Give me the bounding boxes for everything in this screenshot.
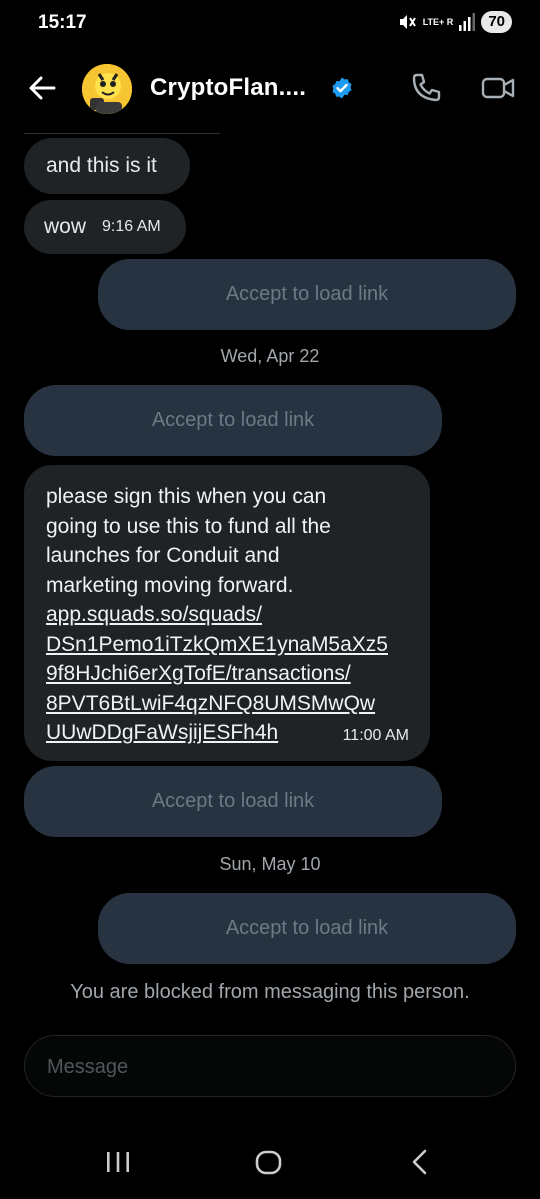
message-composer xyxy=(24,1035,516,1097)
load-link-card[interactable]: Accept to load link xyxy=(24,385,442,456)
link-line[interactable]: 9f8HJchi6erXgTofE/transactions/ xyxy=(46,659,410,689)
status-icons: LTE+ R 70 xyxy=(397,11,512,33)
message-text: and this is it xyxy=(46,154,157,177)
message-time: 11:00 AM xyxy=(342,727,409,744)
thread-divider xyxy=(24,133,220,134)
message-bubble[interactable]: please sign this when you can going to u… xyxy=(24,465,430,761)
contact-name[interactable]: CryptoFlan.... xyxy=(150,74,306,102)
blocked-notice: You are blocked from messaging this pers… xyxy=(70,981,470,1003)
system-nav-bar xyxy=(0,1130,540,1199)
date-separator: Sun, May 10 xyxy=(219,854,321,874)
load-link-card[interactable]: Accept to load link xyxy=(98,259,516,330)
load-link-card[interactable]: Accept to load link xyxy=(24,766,442,837)
message-time: 9:16 AM xyxy=(102,218,161,235)
date-separator: Wed, Apr 22 xyxy=(220,346,320,366)
mute-icon xyxy=(399,15,416,29)
network-label: LTE+ R xyxy=(422,17,454,27)
message-bubble[interactable]: and this is it xyxy=(24,138,190,194)
status-time: 15:17 xyxy=(38,12,87,33)
status-bar: 15:17 LTE+ R 70 xyxy=(0,0,540,46)
conversation-header: CryptoFlan.... xyxy=(0,56,540,120)
back-chevron-icon[interactable] xyxy=(406,1148,434,1176)
home-icon[interactable] xyxy=(254,1148,284,1178)
load-link-label: Accept to load link xyxy=(225,917,389,939)
load-link-card[interactable]: Accept to load link xyxy=(98,893,516,964)
message-text: wow xyxy=(44,215,87,238)
message-input[interactable] xyxy=(47,1052,487,1082)
signal-icon xyxy=(459,13,476,31)
avatar[interactable] xyxy=(82,64,132,114)
arrow-left-icon[interactable] xyxy=(26,72,58,104)
video-camera-icon[interactable] xyxy=(480,72,516,104)
message-text: please sign this when you can going to u… xyxy=(46,485,331,597)
load-link-label: Accept to load link xyxy=(151,409,315,431)
verified-badge-icon xyxy=(332,77,352,99)
message-link[interactable]: app.squads.so/squads/ DSn1Pemo1iTzkQmXE1… xyxy=(46,600,410,748)
load-link-label: Accept to load link xyxy=(225,283,389,305)
message-bubble[interactable]: wow 9:16 AM xyxy=(24,200,186,254)
recents-icon[interactable] xyxy=(104,1148,132,1176)
battery-badge: 70 xyxy=(481,11,512,33)
phone-icon[interactable] xyxy=(408,70,444,106)
link-line[interactable]: DSn1Pemo1iTzkQmXE1ynaM5aXz5 xyxy=(46,630,410,660)
avatar-image xyxy=(82,64,132,114)
link-line[interactable]: app.squads.so/squads/ xyxy=(46,600,410,630)
load-link-label: Accept to load link xyxy=(151,790,315,812)
link-line[interactable]: 8PVT6BtLwiF4qzNFQ8UMSMwQw xyxy=(46,689,410,719)
